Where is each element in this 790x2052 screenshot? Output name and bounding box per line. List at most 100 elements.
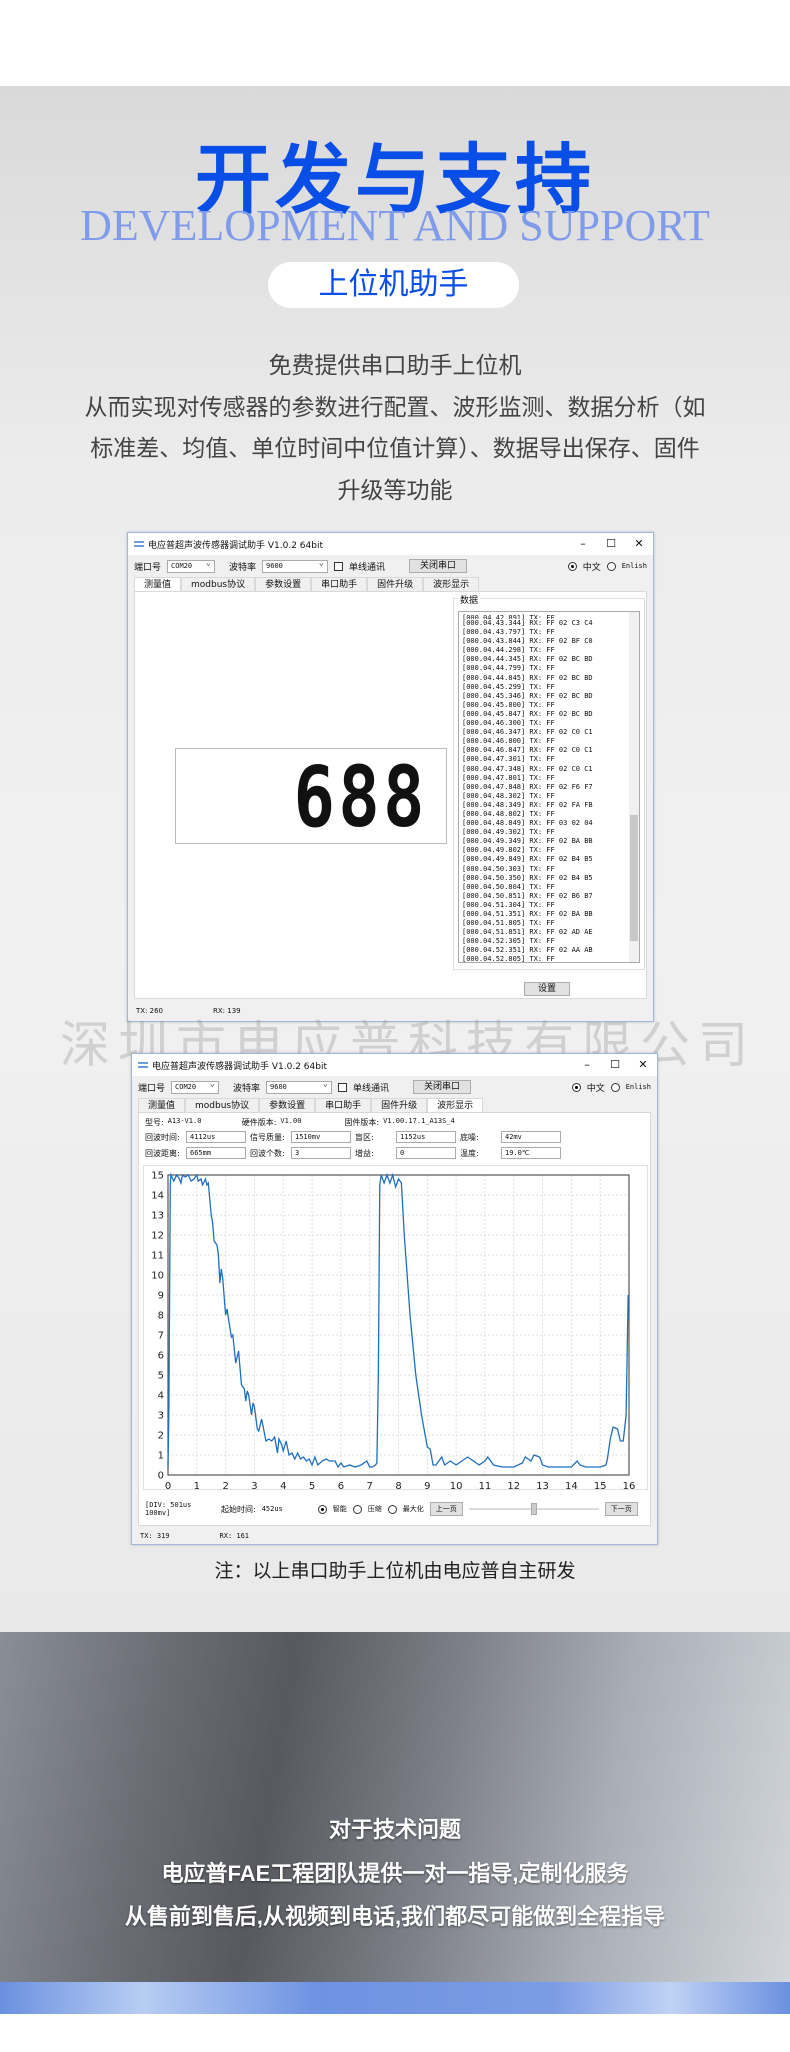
x-tick-label: 2 [222,1481,228,1491]
field-group: 回波时间: 4112us [145,1131,250,1143]
log-line: [000.04.50.303] TX: FF [462,864,555,873]
log-line: [000.04.49.302] TX: FF [462,828,555,837]
tab-0[interactable]: 测量值 [138,1098,186,1112]
close-port-button[interactable]: 关闭串口 [413,1080,472,1094]
intro-line: 升级等功能 [337,476,453,503]
log-textarea[interactable]: [000.04.42.891] TX: FF [000.04.43.344] RX… [458,611,640,963]
intro-line: 从而实现对传感器的参数进行配置、波形监测、数据分析（如 [84,393,706,420]
log-line: [000.04.51.351] RX: FF 02 BA BB [462,910,593,918]
maximize-icon[interactable]: ☐ [601,1054,629,1076]
maximize-icon[interactable]: ☐ [597,533,625,555]
title-bar: 电应普超声波传感器调试助手 V1.0.2 64bit – ☐ ✕ [128,533,653,555]
log-line: [000.04.43.344] RX: FF 02 C3 C4 [462,619,593,627]
y-tick-label: 13 [151,1211,164,1222]
banner-line: 电应普FAE工程团队提供一对一指导,定制化服务 [161,1861,629,1886]
log-line: [000.04.44.845] RX: FF 02 BC BD [462,673,593,682]
app-window-waveform: 电应普超声波传感器调试助手 V1.0.2 64bit – ☐ ✕ 端口号 COM20… [131,1053,658,1545]
minimize-icon[interactable]: – [569,533,597,555]
x-tick-label: 12 [507,1481,520,1491]
field-value[interactable]: 1152us [396,1131,456,1143]
y-tick-label: 8 [158,1311,164,1322]
slider-thumb[interactable] [530,1503,537,1515]
tab-3[interactable]: 串口助手 [311,577,368,591]
close-port-button[interactable]: 关闭串口 [409,559,468,573]
page-slider[interactable] [468,1503,599,1515]
hw-label: 硬件版本: [241,1118,277,1127]
field-value[interactable]: 19.0℃ [501,1147,561,1159]
close-icon[interactable]: ✕ [625,533,653,555]
port-select[interactable]: COM20 [171,1079,220,1094]
single-wire-checkbox[interactable] [338,1082,348,1092]
app-icon [134,541,144,547]
log-line: [000.04.47.348] RX: FF 02 C0 C1 [462,764,593,773]
lang-en-radio[interactable] [606,561,616,571]
y-tick-label: 9 [158,1291,164,1302]
field-value[interactable]: 42mv [501,1131,561,1143]
radio-maximize[interactable] [387,1504,397,1514]
tx-count: TX: 319 [140,1532,170,1540]
y-tick-label: 5 [158,1371,164,1382]
log-line: [000.04.51.805] TX: FF [462,919,555,928]
model-label: 型号: [145,1118,164,1127]
log-line: [000.04.50.851] RX: FF 02 B6 B7 [462,891,593,900]
log-line: [000.04.44.298] TX: FF [462,646,555,655]
tab-5[interactable]: 波形显示 [423,577,480,591]
tab-1[interactable]: modbus协议 [185,1098,260,1112]
model-value: A13-V1.0 [167,1117,202,1125]
log-line: [000.04.50.804] TX: FF [462,882,555,891]
log-line: [000.04.49.849] RX: FF 02 B4 B5 [462,855,593,864]
field-group: 回波距离: 665mm [145,1147,250,1159]
banner-line: 从售前到售后,从视频到电话,我们都尽可能做到全程指导 [124,1904,666,1929]
field-label: 底噪: [460,1132,479,1142]
lang-cn-radio[interactable] [571,1082,581,1092]
lang-en-radio[interactable] [610,1082,620,1092]
tab-3[interactable]: 串口助手 [315,1098,372,1112]
tab-4[interactable]: 固件升级 [367,577,424,591]
lang-en-label: Enlish [625,1083,651,1091]
baud-select[interactable]: 9600 [266,1079,333,1094]
field-value[interactable]: 3 [291,1147,351,1159]
field-value[interactable]: 665mm [186,1147,246,1159]
tab-0[interactable]: 测量值 [134,577,182,591]
next-page-button[interactable]: 下一页 [604,1502,638,1516]
field-value[interactable]: 4112us [186,1131,246,1143]
prev-page-button[interactable]: 上一页 [429,1502,463,1516]
device-info: 型号: A13-V1.0 硬件版本: V1.00 固件版本: V1.00.17.1_A… [145,1117,455,1128]
set-button[interactable]: 设置 [524,982,570,996]
lang-cn-radio[interactable] [567,561,577,571]
radio-smart[interactable] [317,1504,327,1514]
close-icon[interactable]: ✕ [629,1054,657,1076]
seven-seg-display: 688 [175,748,447,844]
x-tick-label: 16 [623,1481,636,1491]
single-wire-checkbox[interactable] [334,561,344,571]
log-scrollbar[interactable] [629,612,639,962]
radio-compress[interactable] [352,1504,362,1514]
y-tick-label: 12 [151,1231,164,1242]
window-title: 电应普超声波传感器调试助手 V1.0.2 64bit [148,540,323,551]
tab-1[interactable]: modbus协议 [181,577,256,591]
minimize-icon[interactable]: – [573,1054,601,1076]
log-line: [000.04.49.802] TX: FF [462,846,555,855]
port-select[interactable]: COM20 [167,558,216,573]
tab-5[interactable]: 波形显示 [427,1098,484,1112]
scrollbar-thumb[interactable] [630,815,638,941]
measurement-value: 688 [293,748,428,846]
x-tick-label: 1 [194,1481,200,1491]
decorative-band [0,1982,790,2014]
x-tick-label: 9 [424,1481,430,1491]
tab-2[interactable]: 参数设置 [255,577,312,591]
x-tick-label: 8 [395,1481,401,1491]
baud-select[interactable]: 9600 [262,558,329,573]
port-label: 端口号 [138,1083,166,1094]
tab-2[interactable]: 参数设置 [259,1098,316,1112]
y-tick-label: 3 [158,1411,164,1422]
radio-maximize-label: 最大化 [402,1505,424,1513]
log-line: [000.04.52.351] RX: FF 02 AA AB [462,946,593,955]
field-group: 盲区: 1152us [355,1131,460,1143]
y-tick-label: 7 [158,1331,164,1342]
field-value[interactable]: 0 [396,1147,456,1159]
log-line: [000.04.45.847] RX: FF 02 BC BD [462,709,593,718]
field-value[interactable]: 1510mv [291,1131,351,1143]
rx-count: RX: 161 [219,1532,250,1540]
tab-4[interactable]: 固件升级 [371,1098,428,1112]
